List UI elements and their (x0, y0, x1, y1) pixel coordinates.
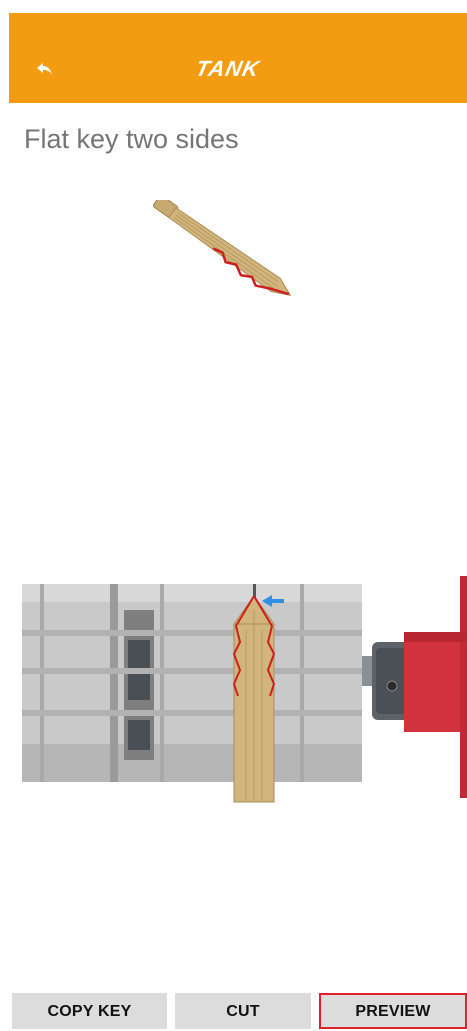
key-cutting-machine-icon (22, 576, 467, 803)
copy-key-button[interactable]: COPY KEY (12, 993, 167, 1029)
back-arrow-icon (37, 63, 52, 75)
back-button[interactable] (30, 54, 60, 84)
app-logo: TANK (193, 56, 263, 81)
preview-button[interactable]: PREVIEW (319, 993, 467, 1029)
cut-button[interactable]: CUT (175, 993, 311, 1029)
flat-key-icon (152, 200, 292, 296)
action-bar: COPY KEY CUT PREVIEW (0, 993, 467, 1029)
page-title: Flat key two sides (24, 124, 239, 154)
